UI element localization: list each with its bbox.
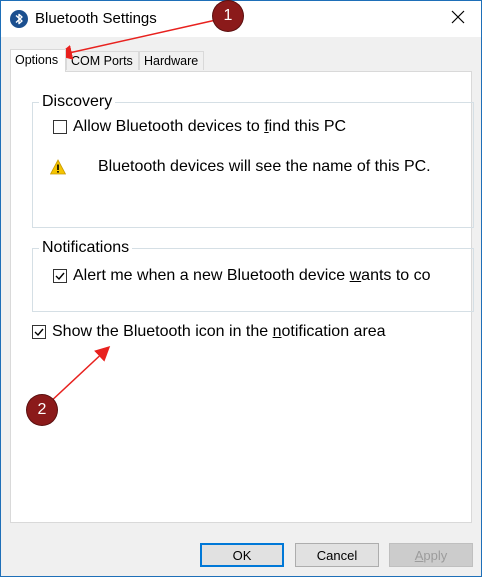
tab-hardware[interactable]: Hardware (139, 51, 204, 70)
bluetooth-icon (9, 9, 29, 29)
notifications-title: Notifications (39, 238, 133, 258)
warning-icon (49, 159, 67, 180)
ok-button[interactable]: OK (200, 543, 284, 567)
tab-com-ports[interactable]: COM Ports (66, 51, 139, 70)
allow-discovery-checkbox[interactable] (53, 120, 67, 134)
notifications-group: Notifications Alert me when a new Blueto… (32, 238, 474, 312)
discovery-group: Discovery Allow Bluetooth devices to fin… (32, 92, 474, 228)
checkmark-icon (55, 272, 65, 281)
alert-checkbox[interactable] (53, 269, 67, 283)
options-panel: Discovery Allow Bluetooth devices to fin… (10, 71, 474, 523)
alert-checkbox-row[interactable]: Alert me when a new Bluetooth device wan… (53, 267, 431, 285)
checkmark-icon (34, 328, 44, 337)
tab-options[interactable]: Options (10, 49, 66, 72)
discovery-title: Discovery (39, 92, 116, 112)
window-title: Bluetooth Settings (35, 10, 157, 27)
bluetooth-settings-window: Bluetooth Settings Options COM Ports Har… (0, 0, 482, 577)
show-icon-label: Show the Bluetooth icon in the notificat… (52, 323, 386, 340)
annotation-badge-2: 2 (27, 395, 57, 425)
show-icon-checkbox[interactable] (32, 325, 46, 339)
warning-text: Bluetooth devices will see the name of t… (98, 158, 431, 175)
allow-discovery-checkbox-row[interactable]: Allow Bluetooth devices to find this PC (53, 118, 346, 136)
close-icon (451, 10, 465, 29)
close-button[interactable] (435, 1, 481, 37)
cancel-button[interactable]: Cancel (295, 543, 379, 567)
annotation-badge-1: 1 (213, 1, 243, 31)
apply-button[interactable]: Apply (389, 543, 473, 567)
alert-label: Alert me when a new Bluetooth device wan… (73, 267, 431, 284)
show-icon-checkbox-row[interactable]: Show the Bluetooth icon in the notificat… (32, 323, 386, 341)
allow-discovery-label: Allow Bluetooth devices to find this PC (73, 118, 347, 135)
tab-strip: Options COM Ports Hardware (10, 49, 472, 72)
